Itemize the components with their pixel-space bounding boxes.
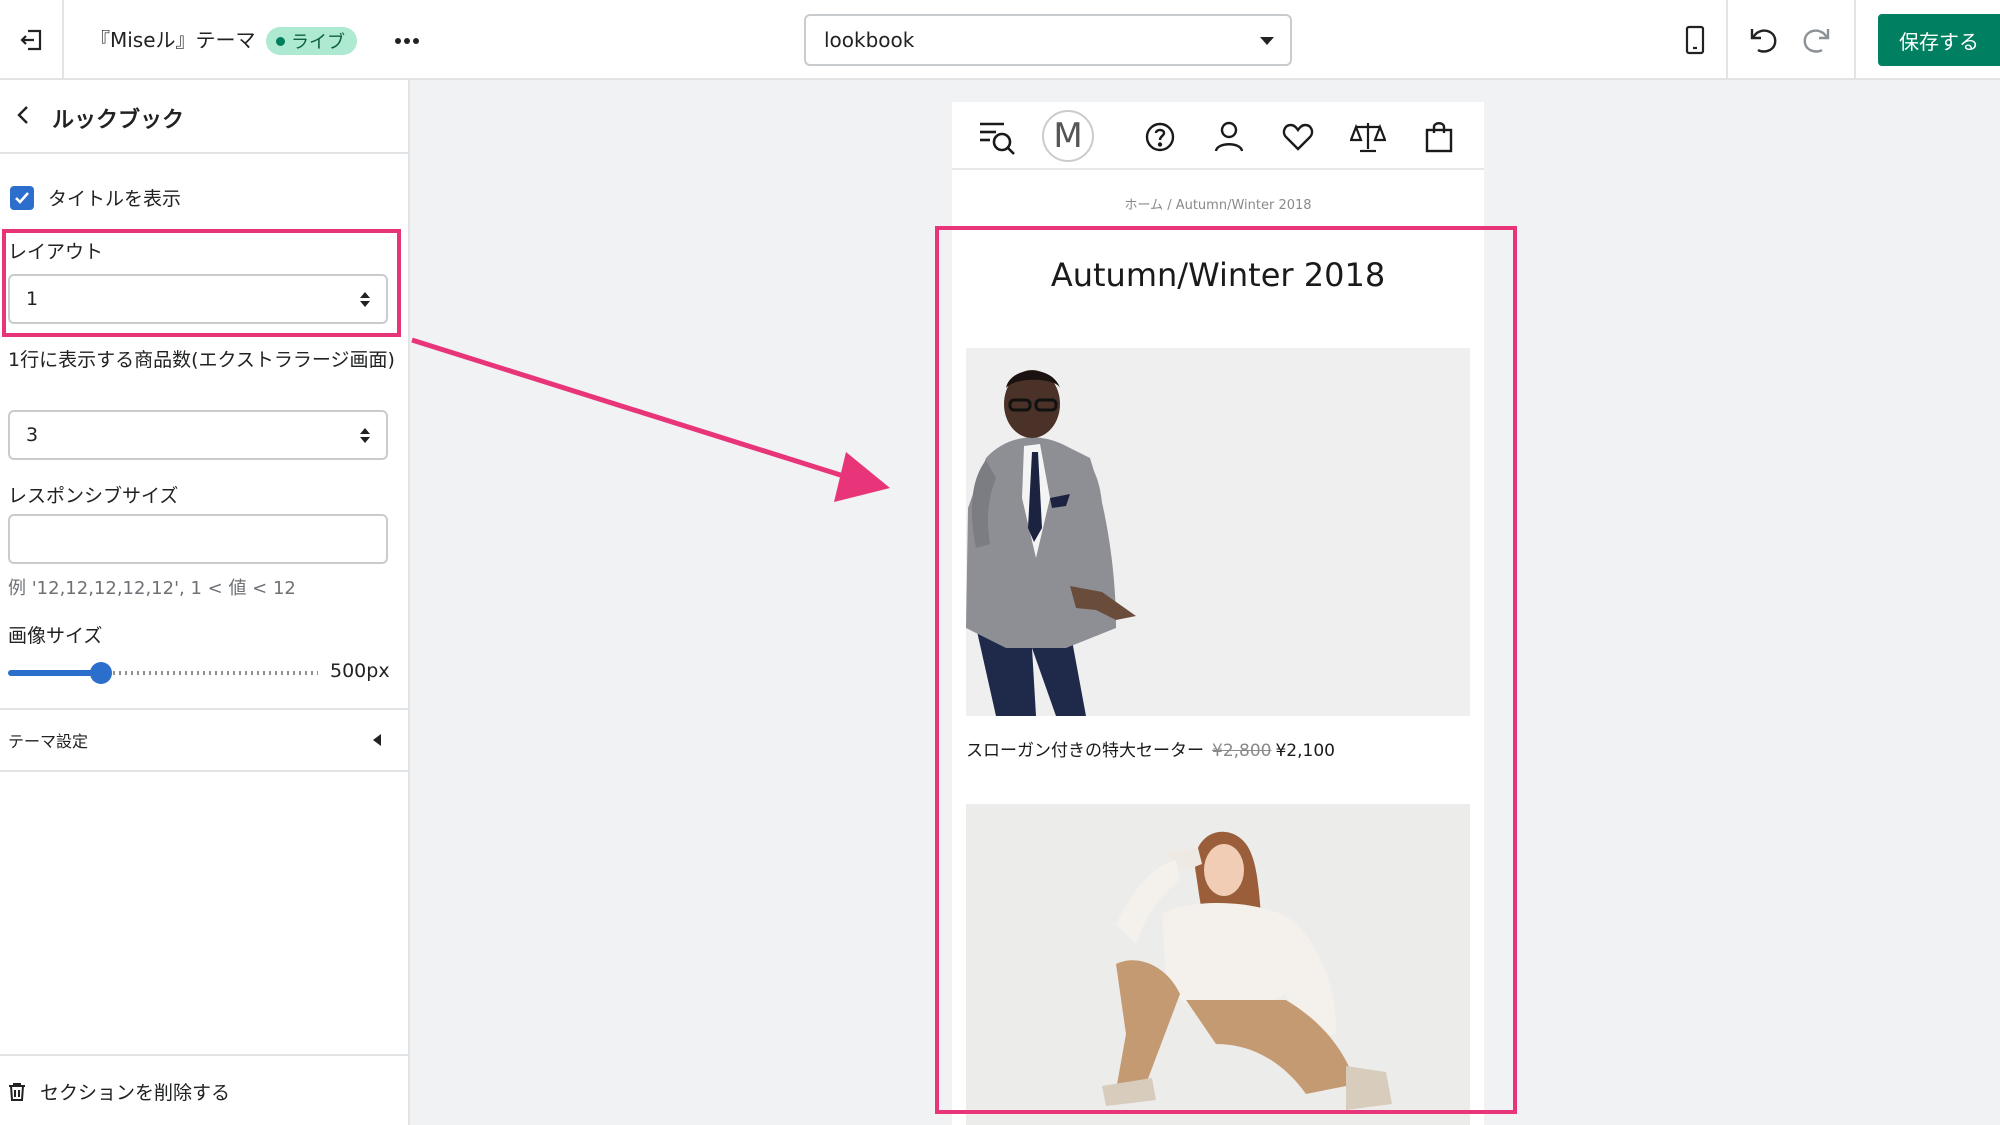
back-button[interactable] — [12, 104, 34, 126]
top-bar: 『Miseル』テーマ ライブ lookbook 保存する — [0, 0, 2000, 80]
sidebar-header: ルックブック — [0, 80, 408, 154]
compare-button[interactable] — [1345, 114, 1391, 160]
exit-icon — [20, 29, 42, 51]
live-badge-label: ライブ — [291, 32, 345, 53]
image-size-slider[interactable] — [8, 662, 318, 684]
save-button[interactable]: 保存する — [1878, 14, 2000, 66]
caret-left-icon — [373, 734, 381, 746]
mobile-device-icon — [1685, 25, 1705, 55]
divider — [0, 770, 408, 772]
save-divider — [1854, 0, 1856, 80]
slider-fill — [8, 670, 101, 676]
more-actions-button[interactable] — [392, 26, 422, 56]
compare-icon — [1350, 123, 1386, 153]
preview-highlight-box — [935, 226, 1517, 1114]
delete-section-button[interactable]: セクションを削除する — [8, 1078, 230, 1105]
page-select[interactable]: lookbook — [804, 14, 1292, 66]
show-title-checkbox-row[interactable]: タイトルを表示 — [10, 184, 181, 211]
image-size-value: 500px — [330, 660, 390, 682]
products-per-row-value: 3 — [26, 424, 39, 446]
chevron-down-icon — [1260, 37, 1274, 45]
live-dot-icon — [276, 36, 285, 46]
store-header: M — [952, 102, 1484, 170]
live-status-badge: ライブ — [266, 27, 357, 55]
divider — [0, 708, 408, 710]
layout-highlight-box — [2, 229, 401, 337]
sidebar-title: ルックブック — [52, 108, 185, 133]
redo-button[interactable] — [1796, 20, 1836, 60]
breadcrumb[interactable]: ホーム / Autumn/Winter 2018 — [952, 194, 1484, 213]
menu-search-icon — [980, 122, 1015, 155]
delete-section-label: セクションを削除する — [40, 1082, 231, 1104]
account-button[interactable] — [1206, 114, 1252, 160]
undo-icon — [1750, 29, 1777, 53]
bag-icon — [1425, 122, 1453, 153]
cart-button[interactable] — [1416, 114, 1462, 160]
slider-thumb[interactable] — [90, 662, 112, 684]
store-logo[interactable]: M — [1042, 110, 1094, 162]
menu-search-button[interactable] — [974, 114, 1020, 160]
trash-icon — [9, 1082, 25, 1101]
undo-button[interactable] — [1744, 20, 1784, 60]
exit-button[interactable] — [0, 0, 64, 80]
heart-icon — [1282, 123, 1314, 151]
image-size-label: 画像サイズ — [8, 625, 103, 647]
chevron-left-icon — [17, 106, 28, 124]
checkmark-icon — [15, 191, 29, 204]
more-icon — [395, 38, 419, 44]
products-per-row-label: 1行に表示する商品数(エクストララージ画面) — [8, 349, 395, 371]
responsive-size-input[interactable] — [8, 514, 388, 564]
page-select-value: lookbook — [824, 28, 915, 52]
help-icon — [1145, 122, 1175, 152]
show-title-label: タイトルを表示 — [48, 188, 182, 210]
responsive-size-help: 例 '12,12,12,12,12', 1 < 値 < 12 — [8, 578, 296, 599]
slider-track-rest — [113, 671, 318, 675]
divider — [0, 1054, 408, 1056]
help-button[interactable] — [1137, 114, 1183, 160]
theme-settings-toggle[interactable]: テーマ設定 — [8, 728, 88, 752]
device-preview-button[interactable] — [1664, 0, 1728, 80]
redo-icon — [1803, 29, 1830, 53]
products-per-row-select[interactable]: 3 — [8, 410, 388, 460]
wishlist-button[interactable] — [1275, 114, 1321, 160]
show-title-checkbox[interactable] — [10, 185, 34, 210]
theme-name: 『Miseル』テーマ — [90, 28, 256, 52]
responsive-size-label: レスポンシブサイズ — [8, 485, 179, 507]
account-icon — [1214, 121, 1244, 152]
select-arrows-icon — [360, 428, 370, 443]
